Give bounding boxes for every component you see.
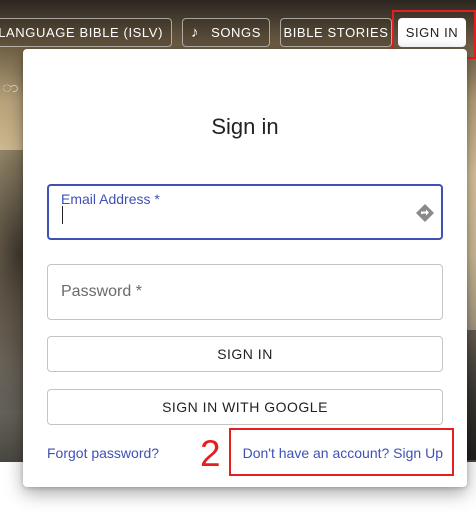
autofill-arrow-icon[interactable] bbox=[415, 203, 435, 223]
background-caption-glyph: ာ bbox=[2, 79, 19, 96]
password-field-label: Password * bbox=[61, 283, 142, 300]
signin-submit-label: SIGN IN bbox=[217, 346, 273, 362]
email-field-label: Email Address * bbox=[61, 191, 160, 207]
dialog-title: Sign in bbox=[211, 114, 279, 139]
nav-stories-button[interactable]: BIBLE STORIES bbox=[280, 18, 392, 47]
nav-bible-button[interactable]: N LANGUAGE BIBLE (ISLV) bbox=[0, 18, 172, 47]
password-field[interactable]: Password * bbox=[47, 264, 443, 320]
signin-google-label: SIGN IN WITH GOOGLE bbox=[162, 399, 328, 415]
nav-songs-button[interactable]: ♪ SONGS bbox=[182, 18, 270, 47]
signin-dialog: Sign in Email Address * Password * SIGN … bbox=[23, 49, 467, 487]
signin-google-button[interactable]: SIGN IN WITH GOOGLE bbox=[47, 389, 443, 425]
music-note-icon: ♪ bbox=[190, 24, 200, 41]
annotation-number-2: 2 bbox=[200, 433, 221, 474]
nav-bible-label: N LANGUAGE BIBLE (ISLV) bbox=[0, 25, 163, 40]
text-caret bbox=[62, 206, 63, 224]
signin-submit-button[interactable]: SIGN IN bbox=[47, 336, 443, 372]
forgot-password-link[interactable]: Forgot password? bbox=[47, 445, 159, 461]
annotation-box-2 bbox=[229, 428, 454, 476]
nav-songs-label: SONGS bbox=[211, 25, 262, 40]
nav-stories-label: BIBLE STORIES bbox=[283, 25, 389, 40]
email-field[interactable]: Email Address * bbox=[47, 184, 443, 240]
